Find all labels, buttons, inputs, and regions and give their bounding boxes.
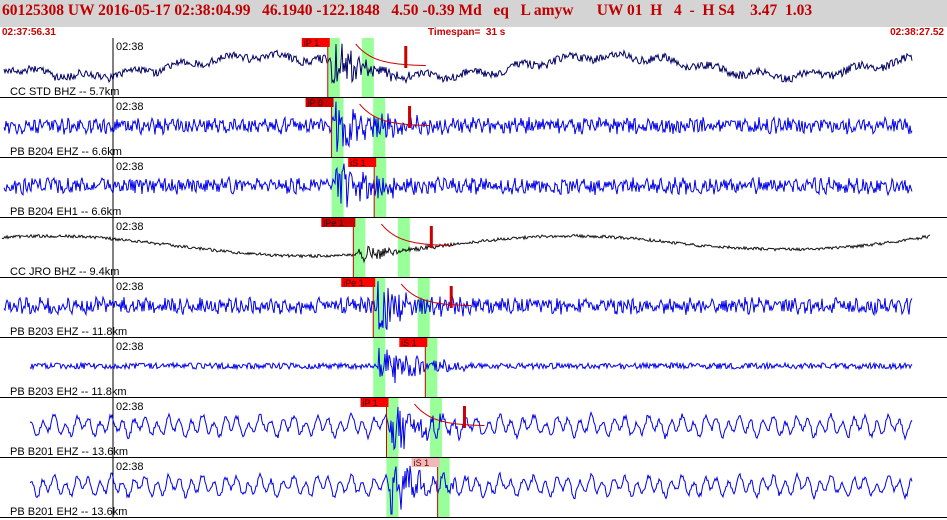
event-summary-title: 60125308 UW 2016-05-17 02:38:04.99 46.19… bbox=[2, 2, 813, 19]
channel-row[interactable]: 02:38 iPe 1 PB B203 EHZ -- 11.8km bbox=[0, 278, 947, 338]
phase-window-band bbox=[397, 218, 410, 278]
timespan-label: Timespan= 31 s bbox=[428, 27, 506, 38]
channel-row[interactable]: 02:38 iP 1 CC STD BHZ -- 5.7km bbox=[0, 38, 947, 98]
channel-label: PB B201 EHZ -- 13.6km bbox=[10, 446, 128, 458]
pick-label: iPe 1 bbox=[343, 278, 364, 288]
channel-row[interactable]: 02:38 iP 1 PB B201 EHZ -- 13.6km bbox=[0, 398, 947, 458]
minute-tick-label: 02:38 bbox=[116, 461, 144, 473]
window-start-time: 02:37:56.31 bbox=[2, 27, 56, 38]
pick-label: iS 1 bbox=[350, 158, 366, 168]
phase-pick[interactable]: iP 1 bbox=[301, 38, 330, 98]
channel-row[interactable]: 02:38 iS 1 PB B201 EH2 -- 13.6km bbox=[0, 458, 947, 518]
channel-label: CC JRO BHZ -- 9.4km bbox=[10, 266, 119, 278]
waveform-trace bbox=[1, 233, 931, 264]
pick-label: iS 1 bbox=[401, 338, 417, 348]
channel-label: PB B204 EH1 -- 6.6km bbox=[10, 206, 121, 218]
minute-tick-label: 02:38 bbox=[116, 221, 144, 233]
window-end-time: 02:38:27.52 bbox=[890, 27, 944, 38]
minute-tick-label: 02:38 bbox=[116, 401, 144, 413]
pick-label: iPe 1 bbox=[323, 218, 344, 228]
channel-label: PB B204 EHZ -- 6.6km bbox=[10, 146, 122, 158]
minute-tick-label: 02:38 bbox=[116, 281, 144, 293]
phase-pick[interactable]: iPe 1 bbox=[321, 218, 356, 278]
minute-tick-label: 02:38 bbox=[116, 101, 144, 113]
channel-row[interactable]: 02:38 iPe 1 CC JRO BHZ -- 9.4km bbox=[0, 218, 947, 278]
waveform-trace bbox=[29, 347, 913, 384]
channel-label: CC STD BHZ -- 5.7km bbox=[10, 86, 119, 98]
seismogram-panel[interactable]: 02:38 iP 1 CC STD BHZ -- 5.7km 02:38 iP 0 PB … bbox=[0, 38, 947, 520]
channel-label: PB B203 EHZ -- 11.8km bbox=[10, 326, 127, 338]
channel-row[interactable]: 02:38 iS 1 PB B203 EH2 -- 11.8km bbox=[0, 338, 947, 398]
pick-label: iP 1 bbox=[304, 38, 319, 48]
minute-tick-label: 02:38 bbox=[116, 161, 144, 173]
phase-window-band bbox=[430, 398, 443, 458]
channel-row[interactable]: 02:38 iS 1 PB B204 EH1 -- 6.6km bbox=[0, 158, 947, 218]
phase-window-band bbox=[361, 38, 374, 98]
minute-tick-label: 02:38 bbox=[116, 341, 144, 353]
waveform-trace bbox=[29, 465, 913, 515]
minute-tick-label: 02:38 bbox=[116, 41, 144, 53]
channel-row[interactable]: 02:38 iP 0 PB B204 EHZ -- 6.6km bbox=[0, 98, 947, 158]
coda-decay-curve bbox=[380, 223, 452, 246]
waveform-trace bbox=[29, 406, 913, 451]
pick-label: iS 1 bbox=[414, 458, 430, 468]
event-header-bar: 60125308 UW 2016-05-17 02:38:04.99 46.19… bbox=[0, 0, 947, 27]
channel-label: PB B201 EH2 -- 13.6km bbox=[10, 506, 127, 518]
pick-label: iP 0 bbox=[308, 98, 323, 108]
pick-label: iP 1 bbox=[362, 398, 377, 408]
channel-label: PB B203 EH2 -- 11.8km bbox=[10, 386, 127, 398]
